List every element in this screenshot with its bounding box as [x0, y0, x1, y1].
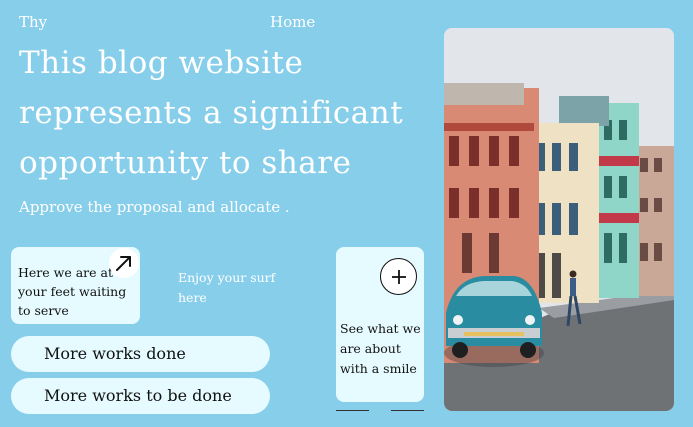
enjoy-surf-note: Enjoy your surf here: [178, 270, 276, 305]
feature-card-smile: See what we are about with a smile: [336, 247, 424, 402]
plus-icon[interactable]: [380, 258, 417, 295]
feature-card-serve: Here we are at your feet waiting to serv…: [11, 247, 140, 324]
brand-logo[interactable]: Thy: [19, 13, 47, 31]
hero-subtitle: Approve the proposal and allocate .: [19, 198, 290, 216]
feature-card-smile-text: See what we are about with a smile: [340, 321, 421, 376]
arrow-up-right-icon[interactable]: [109, 248, 139, 278]
hero-photo-street: [444, 28, 674, 411]
more-works-done-button[interactable]: More works done: [11, 336, 270, 372]
nav-home-link[interactable]: Home: [270, 13, 315, 31]
hero-title: This blog website represents a significa…: [19, 45, 404, 181]
decorative-divider: [391, 410, 424, 411]
more-works-to-be-done-button[interactable]: More works to be done: [11, 378, 270, 414]
decorative-divider: [336, 410, 369, 411]
